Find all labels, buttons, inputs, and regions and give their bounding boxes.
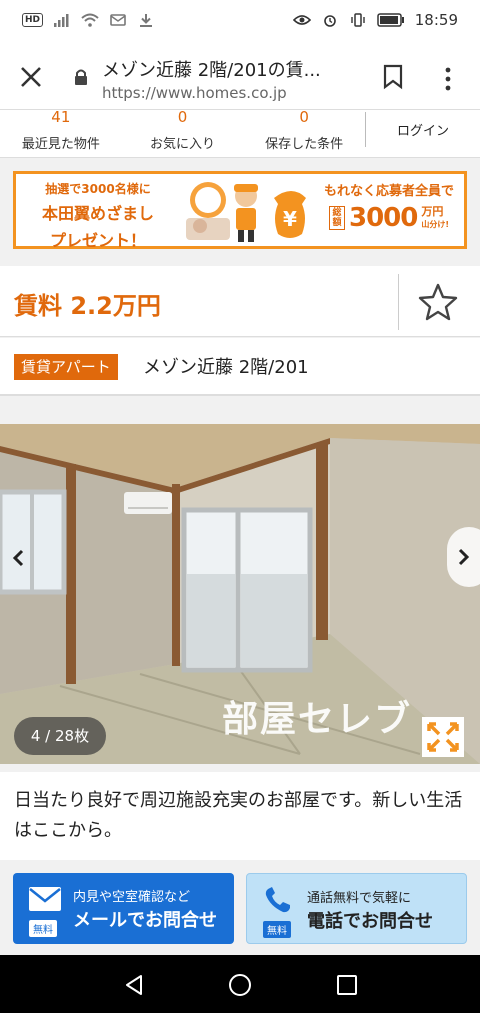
lock-icon <box>75 69 87 85</box>
mail-inquiry-button[interactable]: 無料 内見や空室確認など メールでお問合せ <box>13 873 234 944</box>
status-left: HD <box>22 13 155 27</box>
mail-icon <box>29 887 61 911</box>
message-icon <box>110 14 126 26</box>
banner-right-text: もれなく応募者全員で 総額 3000 万円 山分け! <box>316 180 462 233</box>
rent-price: 賃料 2.2万円 <box>14 292 161 320</box>
counter-number: 41 <box>51 110 71 124</box>
user-counters: 41 最近見た物件 0 お気に入り 0 保存した条件 ログイン <box>0 110 480 158</box>
download-icon <box>140 14 153 27</box>
wifi-icon <box>81 13 99 27</box>
favorite-star-icon[interactable] <box>418 283 458 321</box>
divider <box>398 274 399 330</box>
counter-label: 最近見た物件 <box>21 137 100 152</box>
next-photo-button[interactable] <box>447 527 480 587</box>
property-type-tag: 賃貸アパート <box>14 354 118 380</box>
free-tag: 無料 <box>29 920 57 937</box>
login-link[interactable]: ログイン <box>365 112 480 147</box>
browser-toolbar: メゾン近藤 2階/201の賃... https://www.homes.co.j… <box>0 40 480 110</box>
contact-bar: 無料 内見や空室確認など メールでお問合せ 無料 通話無料で気軽に 電話でお問合… <box>0 860 480 955</box>
android-nav-bar <box>0 955 480 1013</box>
banner-line2: 本田翼めざまし <box>41 204 154 223</box>
alarm-icon <box>323 15 336 27</box>
counter-number: 0 <box>299 110 309 124</box>
banner-line4: もれなく応募者全員で <box>323 184 454 199</box>
bookmark-icon[interactable] <box>382 64 404 90</box>
property-name: メゾン近藤 2階/201 <box>143 357 309 378</box>
banner-line1: 抽選で3000名様に <box>45 182 151 196</box>
status-right: 18:59 <box>292 11 458 29</box>
tel-button-subtext: 通話無料で気軽に <box>307 891 412 906</box>
expand-photo-button[interactable] <box>422 717 464 757</box>
hd-badge: HD <box>22 13 44 27</box>
mail-button-subtext: 内見や空室確認など <box>73 890 191 905</box>
banner-illustration: ¥ <box>186 182 306 242</box>
counter-number: 0 <box>177 110 188 124</box>
property-description: 日当たり良好で周辺施設充実のお部屋です。新しい生活はここから。 <box>0 772 480 860</box>
free-tag: 無料 <box>263 921 291 938</box>
photo-watermark: 部屋セレブ <box>222 699 413 740</box>
home-icon[interactable] <box>228 973 252 997</box>
banner-amount: 総額 3000 万円 山分け! <box>316 203 462 233</box>
banner-amount-number: 3000 <box>348 203 418 233</box>
more-menu-icon[interactable] <box>441 66 455 92</box>
phone-inquiry-button[interactable]: 無料 通話無料で気軽に 電話でお問合せ <box>246 873 467 944</box>
counter-label: 保存した条件 <box>265 137 344 152</box>
vibrate-icon <box>351 13 365 27</box>
price-row: 賃料 2.2万円 <box>0 266 480 337</box>
back-icon[interactable] <box>122 973 146 997</box>
counter-saved-conditions[interactable]: 0 保存した条件 <box>243 110 365 157</box>
campaign-banner[interactable]: 抽選で3000名様に 本田翼めざまし プレゼント！ ¥ もれなく応募者全員で 総… <box>13 171 467 251</box>
status-bar: HD 18:59 <box>0 0 480 40</box>
chevron-right-icon <box>458 548 470 566</box>
photo-counter-badge: 4 / 28枚 <box>14 717 106 755</box>
svg-text:¥: ¥ <box>283 207 297 231</box>
counter-favorites[interactable]: 0 お気に入り <box>122 110 244 157</box>
signal-icon <box>54 14 69 27</box>
clock: 18:59 <box>414 11 458 29</box>
banner-left-text: 抽選で3000名様に 本田翼めざまし プレゼント！ <box>28 180 168 251</box>
banner-line3: プレゼント！ <box>49 231 146 250</box>
tel-button-label: 電話でお問合せ <box>307 911 433 932</box>
page-title: メゾン近藤 2階/201の賃... <box>102 60 321 81</box>
counter-recently-viewed[interactable]: 41 最近見た物件 <box>0 110 122 157</box>
close-icon[interactable] <box>18 64 44 90</box>
banner-unit2: 山分け! <box>421 219 450 229</box>
property-name-row: 賃貸アパート メゾン近藤 2階/201 <box>0 338 480 396</box>
eye-icon <box>292 15 311 25</box>
expand-icon <box>427 722 459 752</box>
counter-label: お気に入り <box>150 137 216 152</box>
phone-icon <box>265 887 290 913</box>
banner-total-label: 総額 <box>328 206 345 230</box>
url-text[interactable]: https://www.homes.co.jp <box>102 84 287 102</box>
mail-button-label: メールでお問合せ <box>73 910 217 931</box>
banner-amount-unit: 万円 山分け! <box>421 204 450 231</box>
banner-unit1: 万円 <box>421 204 444 218</box>
battery-icon <box>377 13 404 27</box>
recents-icon[interactable] <box>335 973 359 997</box>
previous-photo-icon[interactable] <box>8 545 28 571</box>
